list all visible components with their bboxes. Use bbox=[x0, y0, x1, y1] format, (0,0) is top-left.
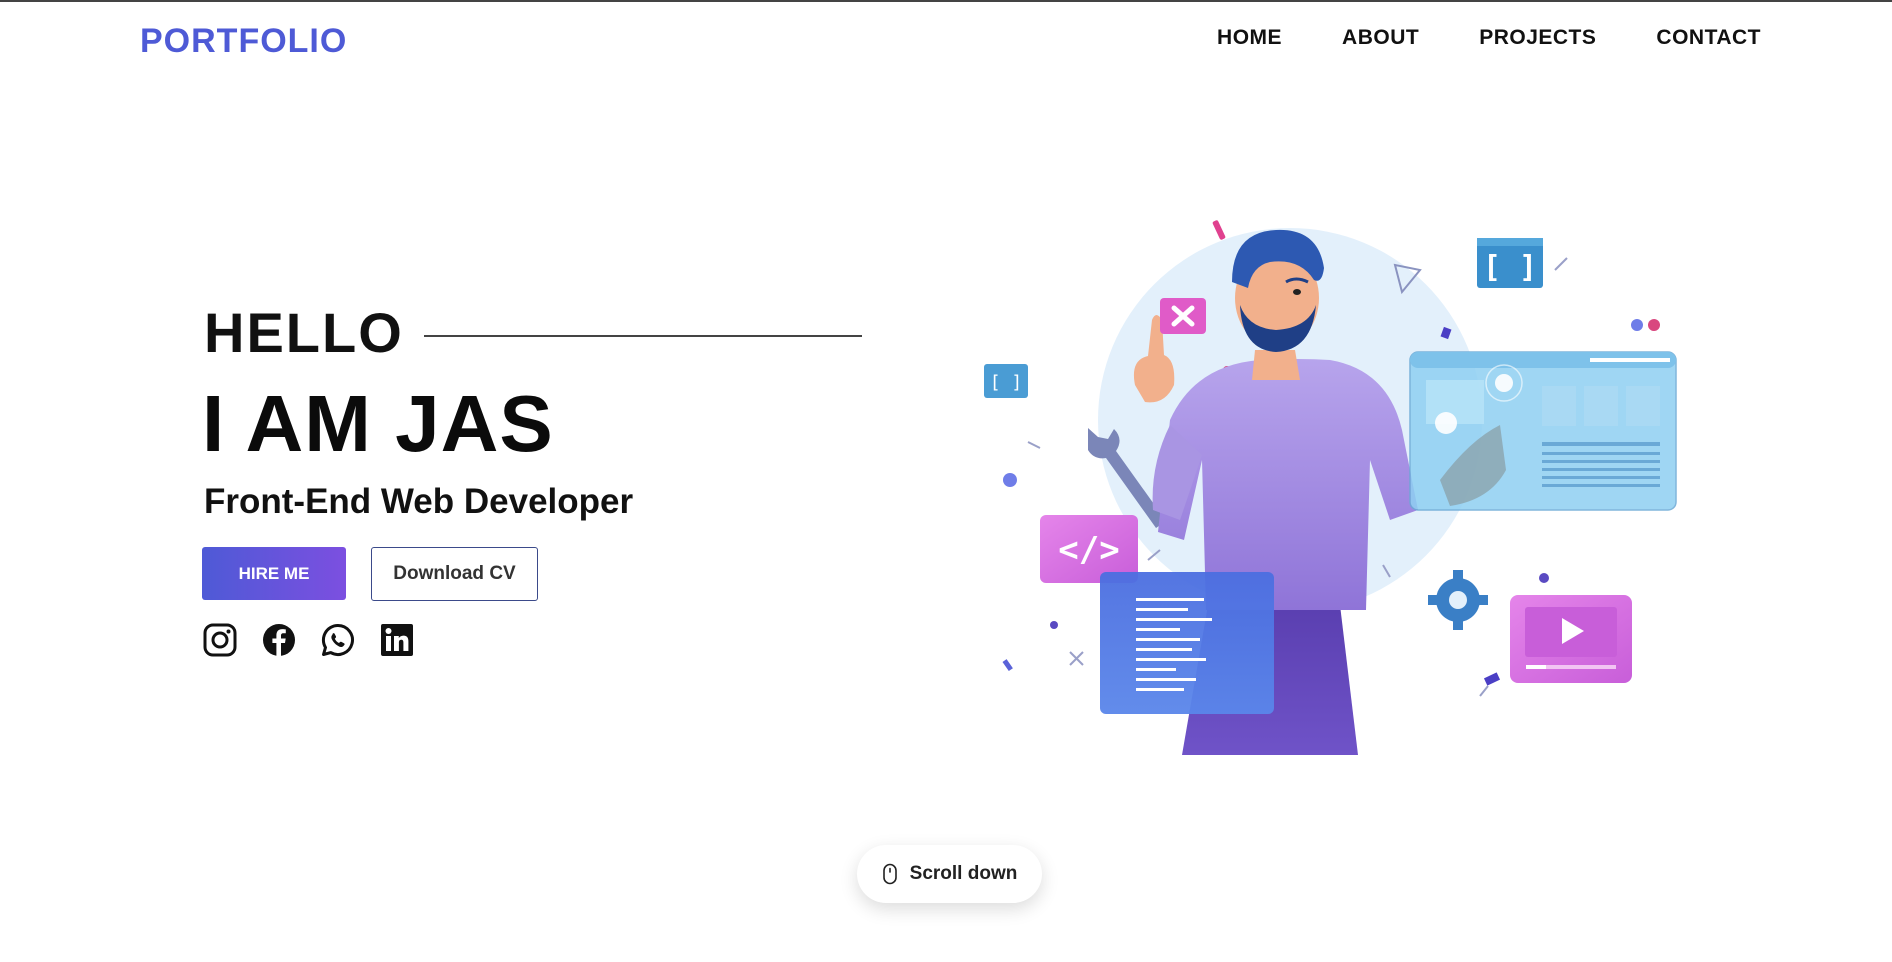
nav-projects[interactable]: PROJECTS bbox=[1479, 26, 1596, 50]
hero-role: Front-End Web Developer bbox=[204, 482, 634, 521]
hire-me-button[interactable]: HIRE ME bbox=[202, 547, 346, 600]
hero-name: I AM JAS bbox=[202, 379, 554, 468]
scroll-down-label: Scroll down bbox=[909, 863, 1018, 884]
greeting-divider bbox=[423, 334, 862, 337]
mouse-icon bbox=[882, 863, 897, 885]
svg-text:</>: </> bbox=[1058, 530, 1119, 570]
greeting-text: HELLO bbox=[204, 301, 404, 364]
nav-about[interactable]: ABOUT bbox=[1342, 26, 1419, 50]
instagram-icon[interactable] bbox=[202, 622, 238, 658]
svg-text:[ ]: [ ] bbox=[1483, 250, 1537, 285]
social-links bbox=[202, 622, 415, 658]
site-logo[interactable]: PORTFOLIO bbox=[140, 22, 347, 61]
download-cv-button[interactable]: Download CV bbox=[371, 547, 538, 601]
greeting-row: HELLO bbox=[204, 300, 862, 365]
facebook-icon[interactable] bbox=[261, 622, 297, 658]
whatsapp-icon[interactable] bbox=[320, 622, 356, 658]
main-nav: HOME ABOUT PROJECTS CONTACT bbox=[1217, 26, 1761, 50]
hero-illustration: [ ] [ ] </> bbox=[984, 220, 1677, 755]
svg-text:[ ]: [ ] bbox=[990, 372, 1023, 393]
scroll-down-button[interactable]: Scroll down bbox=[857, 845, 1042, 903]
top-border bbox=[0, 0, 1892, 2]
nav-home[interactable]: HOME bbox=[1217, 26, 1282, 50]
linkedin-icon[interactable] bbox=[379, 622, 415, 658]
nav-contact[interactable]: CONTACT bbox=[1656, 26, 1761, 50]
